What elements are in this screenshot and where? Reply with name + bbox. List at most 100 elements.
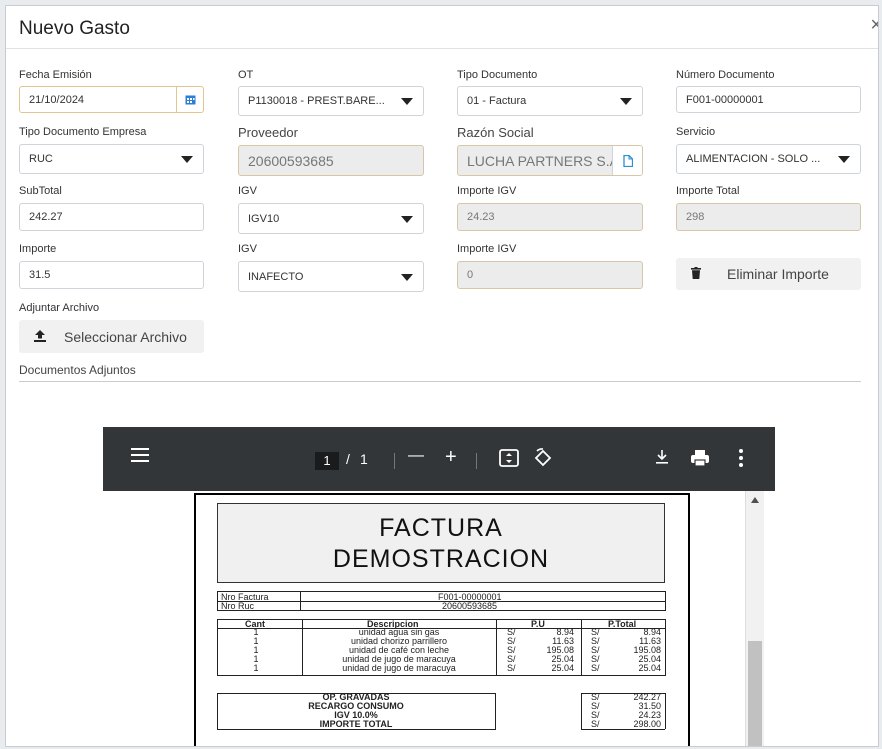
razon-social-input: LUCHA PARTNERS S.A.(: [457, 145, 643, 176]
menu-icon[interactable]: [131, 447, 149, 468]
nuevo-gasto-modal: Nuevo Gasto × Fecha Emisión 21/10/2024 O…: [5, 5, 879, 747]
zoom-out-icon[interactable]: —: [408, 447, 424, 465]
item-cant: 1: [253, 663, 259, 673]
importe-igv-input-2: 0: [457, 261, 643, 289]
servicio-value: ALIMENTACION - SOLO ...: [686, 153, 821, 165]
tipo-documento-label: Tipo Documento: [457, 69, 538, 81]
total-currency: S/: [591, 719, 600, 729]
chevron-down-icon: [620, 98, 632, 105]
nro-ruc-value: 20600593685: [442, 601, 498, 611]
numero-documento-value: F001-00000001: [686, 93, 764, 106]
documentos-adjuntos-label: Documentos Adjuntos: [19, 363, 136, 377]
fecha-emision-input[interactable]: 21/10/2024: [19, 86, 204, 113]
seleccionar-archivo-button[interactable]: Seleccionar Archivo: [19, 320, 204, 353]
igv-select[interactable]: IGV10: [238, 203, 424, 234]
total-label: IMPORTE TOTAL: [319, 719, 393, 729]
rotate-icon[interactable]: [533, 448, 553, 473]
ot-label: OT: [238, 69, 254, 81]
invoice-title: FACTURA DEMOSTRACION: [217, 503, 665, 583]
chevron-down-icon: [401, 216, 413, 223]
igv-label: IGV: [238, 185, 257, 197]
tipo-documento-select[interactable]: 01 - Factura: [457, 86, 643, 116]
eliminar-importe-button[interactable]: Eliminar Importe: [676, 258, 861, 290]
fit-page-icon[interactable]: [499, 449, 519, 472]
ot-select[interactable]: P1130018 - PREST.BARE...: [238, 86, 424, 116]
tipo-documento-empresa-value: RUC: [29, 153, 53, 165]
eliminar-importe-label: Eliminar Importe: [727, 266, 829, 282]
page-separator: /: [346, 451, 350, 467]
page-total: 1: [360, 451, 368, 467]
toolbar-divider: [476, 453, 477, 469]
item-description: unidad de jugo de maracuya: [342, 663, 456, 673]
servicio-label: Servicio: [676, 126, 716, 138]
more-options-icon[interactable]: [739, 449, 743, 472]
document-icon[interactable]: [612, 146, 642, 175]
close-icon[interactable]: ×: [870, 14, 878, 37]
subtotal-input[interactable]: 242.27: [19, 203, 204, 231]
chevron-down-icon: [181, 156, 193, 163]
pdf-toolbar: 1 / 1 — +: [103, 427, 775, 491]
invoice-title-line2: DEMOSTRACION: [332, 545, 550, 573]
importe-value: 31.5: [29, 269, 51, 281]
pdf-viewer: 1 / 1 — + FACTURA DEMOSTRACION Nro Factu…: [103, 427, 775, 746]
pdf-scrollbar[interactable]: [745, 491, 764, 746]
igv-value-2: INAFECTO: [248, 270, 304, 283]
importe-igv-input: 24.23: [457, 203, 643, 231]
numero-documento-input[interactable]: F001-00000001: [676, 86, 861, 113]
proveedor-value: 20600593685: [248, 152, 334, 169]
tipo-documento-empresa-select[interactable]: RUC: [19, 144, 204, 174]
item-unit-price: 25.04: [551, 663, 574, 673]
proveedor-label: Proveedor: [238, 125, 298, 140]
importe-total-value: 298: [686, 211, 705, 223]
toolbar-divider: [394, 453, 395, 469]
proveedor-input: 20600593685: [238, 145, 424, 176]
tipo-documento-empresa-label: Tipo Documento Empresa: [19, 126, 147, 138]
item-currency: S/: [507, 663, 516, 673]
modal-header: Nuevo Gasto ×: [6, 6, 878, 49]
subtotal-value: 242.27: [29, 211, 63, 223]
chevron-down-icon: [401, 274, 413, 281]
igv-label-2: IGV: [238, 243, 257, 255]
seleccionar-archivo-label: Seleccionar Archivo: [64, 328, 187, 345]
importe-input[interactable]: 31.5: [19, 261, 204, 289]
item-total: 25.04: [638, 663, 661, 673]
divider: [19, 381, 861, 382]
fecha-emision-label: Fecha Emisión: [19, 69, 92, 81]
item-currency: S/: [591, 663, 600, 673]
ot-value: P1130018 - PREST.BARE...: [248, 95, 385, 107]
calendar-icon[interactable]: [176, 87, 203, 112]
invoice-title-line1: FACTURA: [379, 514, 503, 542]
nro-ruc-label: Nro Ruc: [221, 601, 255, 611]
importe-total-input: 298: [676, 203, 861, 231]
numero-documento-label: Número Documento: [676, 69, 775, 81]
zoom-in-icon[interactable]: +: [445, 446, 457, 469]
total-value: 298.00: [633, 719, 661, 729]
print-icon[interactable]: [690, 449, 710, 472]
chevron-down-icon: [838, 156, 850, 163]
upload-icon: [34, 329, 46, 345]
download-icon[interactable]: [655, 449, 669, 470]
page-number-input[interactable]: 1: [315, 452, 339, 470]
scroll-up-icon: [751, 497, 759, 503]
trash-icon: [691, 266, 701, 282]
tipo-documento-value: 01 - Factura: [467, 95, 527, 107]
importe-igv-value-2: 0: [467, 269, 474, 281]
importe-igv-value: 24.23: [467, 211, 495, 223]
razon-social-label: Razón Social: [457, 125, 534, 140]
subtotal-label: SubTotal: [19, 185, 62, 197]
servicio-select[interactable]: ALIMENTACION - SOLO ...: [676, 144, 861, 174]
importe-total-label: Importe Total: [676, 185, 740, 197]
pdf-page: FACTURA DEMOSTRACION Nro Factura F001-00…: [194, 493, 690, 746]
chevron-down-icon: [401, 98, 413, 105]
header-pu: P.U: [531, 619, 545, 629]
igv-select-2[interactable]: INAFECTO: [238, 261, 424, 292]
importe-label: Importe: [19, 243, 57, 255]
fecha-emision-value: 21/10/2024: [29, 93, 85, 106]
igv-value: IGV10: [248, 212, 280, 225]
adjuntar-archivo-label: Adjuntar Archivo: [19, 302, 100, 314]
scrollbar-thumb[interactable]: [748, 641, 762, 746]
modal-title: Nuevo Gasto: [19, 18, 130, 39]
header-ptotal: P.Total: [608, 619, 637, 629]
importe-igv-label-2: Importe IGV: [457, 243, 517, 255]
importe-igv-label: Importe IGV: [457, 185, 517, 197]
